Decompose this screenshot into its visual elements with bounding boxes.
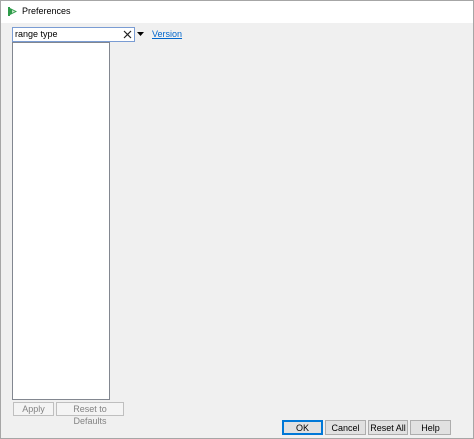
version-link[interactable]: Version	[152, 29, 182, 40]
reset-all-button[interactable]: Reset All	[368, 420, 408, 435]
cancel-button[interactable]: Cancel	[325, 420, 366, 435]
search-input[interactable]	[15, 28, 119, 41]
reset-to-defaults-button[interactable]: Reset to Defaults	[56, 402, 124, 426]
close-icon[interactable]	[121, 28, 134, 41]
title-bar: Preferences	[1, 1, 473, 23]
window-title: Preferences	[22, 6, 71, 16]
apply-button[interactable]: Apply	[13, 402, 54, 416]
search-box[interactable]	[12, 27, 135, 42]
category-list[interactable]	[12, 42, 110, 400]
jmp-arrow-icon	[7, 6, 18, 17]
preferences-window: Preferences Version Apply Reset to Defau…	[0, 0, 474, 439]
triangle-down-icon[interactable]	[135, 27, 145, 42]
ok-button[interactable]: OK	[282, 420, 323, 435]
help-button[interactable]: Help	[410, 420, 451, 435]
